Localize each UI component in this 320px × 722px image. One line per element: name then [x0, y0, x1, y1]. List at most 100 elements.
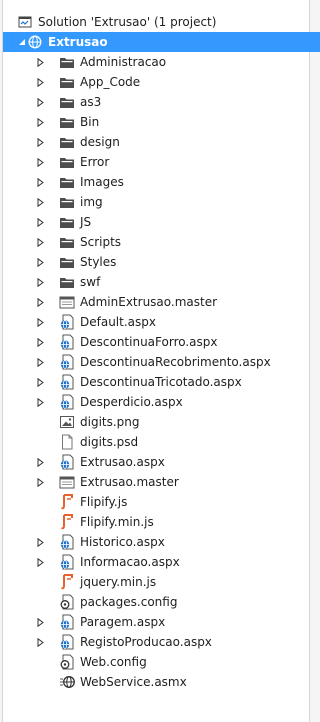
tree-item-label: Images	[80, 175, 124, 189]
tree-item[interactable]: Extrusao.master	[3, 472, 320, 492]
tree-item[interactable]: Default.aspx	[3, 312, 320, 332]
tree-item[interactable]: packages.config	[3, 592, 320, 612]
tree-item[interactable]: DescontinuaTricotado.aspx	[3, 372, 320, 392]
folder-icon	[59, 274, 75, 290]
tree-item-label: DescontinuaRecobrimento.aspx	[80, 355, 271, 369]
expand-arrow-icon[interactable]	[35, 92, 45, 112]
tree-item-label: packages.config	[80, 595, 178, 609]
master-page-icon	[59, 294, 75, 310]
expand-arrow-icon[interactable]	[35, 612, 45, 632]
tree-item[interactable]: Error	[3, 152, 320, 172]
web-project-globe-icon	[27, 34, 43, 50]
expand-arrow-icon[interactable]	[35, 332, 45, 352]
tree-item[interactable]: Flipify.min.js	[3, 512, 320, 532]
tree-item-label: Web.config	[80, 655, 147, 669]
expand-arrow-icon[interactable]	[35, 472, 45, 492]
tree-item-label: Extrusao.master	[80, 475, 179, 489]
tree-item-label: DescontinuaForro.aspx	[80, 335, 218, 349]
tree-item[interactable]: as3	[3, 92, 320, 112]
folder-icon	[59, 174, 75, 190]
expand-arrow-icon[interactable]	[35, 52, 45, 72]
tree-item-label: Bin	[80, 115, 100, 129]
tree-item[interactable]: JS	[3, 212, 320, 232]
tree-item[interactable]: WebService.asmx	[3, 672, 320, 692]
config-file-icon	[59, 594, 75, 610]
expand-arrow-icon[interactable]	[35, 292, 45, 312]
tree-item[interactable]: RegistoProducao.aspx	[3, 632, 320, 652]
tree-item[interactable]: digits.psd	[3, 432, 320, 452]
expand-arrow-icon[interactable]	[35, 172, 45, 192]
tree-item-label: Informacao.aspx	[80, 555, 180, 569]
collapse-arrow-icon[interactable]	[17, 32, 27, 52]
javascript-file-icon	[59, 494, 75, 510]
expand-arrow-icon[interactable]	[35, 632, 45, 652]
aspx-page-icon	[59, 554, 75, 570]
expand-arrow-icon[interactable]	[35, 312, 45, 332]
tree-item-label: Default.aspx	[80, 315, 156, 329]
tree-item-label: JS	[80, 215, 92, 229]
tree-item-label: Extrusao.aspx	[80, 455, 165, 469]
tree-item[interactable]: Paragem.aspx	[3, 612, 320, 632]
tree-item[interactable]: Informacao.aspx	[3, 552, 320, 572]
tree-item[interactable]: swf	[3, 272, 320, 292]
solution-label: Solution 'Extrusao' (1 project)	[38, 15, 217, 29]
tree-item-label: digits.psd	[80, 435, 139, 449]
expand-arrow-icon[interactable]	[35, 152, 45, 172]
solution-icon	[17, 14, 33, 30]
expand-arrow-icon[interactable]	[35, 352, 45, 372]
tree-item[interactable]: DescontinuaForro.aspx	[3, 332, 320, 352]
tree-item[interactable]: Styles	[3, 252, 320, 272]
expand-arrow-icon[interactable]	[35, 112, 45, 132]
expand-arrow-icon[interactable]	[35, 232, 45, 252]
tree-item-label: Administracao	[80, 55, 167, 69]
expand-arrow-icon[interactable]	[35, 192, 45, 212]
expand-arrow-icon[interactable]	[35, 132, 45, 152]
solution-node[interactable]: Solution 'Extrusao' (1 project)	[3, 12, 320, 32]
expand-arrow-icon[interactable]	[35, 272, 45, 292]
tree-item-label: RegistoProducao.aspx	[80, 635, 212, 649]
tree-item[interactable]: App_Code	[3, 72, 320, 92]
expand-arrow-icon[interactable]	[35, 392, 45, 412]
tree-item[interactable]: jquery.min.js	[3, 572, 320, 592]
project-node[interactable]: Extrusao	[3, 32, 320, 52]
tree-item[interactable]: Desperdicio.aspx	[3, 392, 320, 412]
aspx-page-icon	[59, 314, 75, 330]
tree-item[interactable]: Historico.aspx	[3, 532, 320, 552]
javascript-file-icon	[59, 574, 75, 590]
solution-explorer-tree: Solution 'Extrusao' (1 project) Extrusao…	[2, 0, 320, 722]
tree-item[interactable]: Extrusao.aspx	[3, 452, 320, 472]
expand-arrow-icon[interactable]	[35, 372, 45, 392]
tree-item[interactable]: Flipify.js	[3, 492, 320, 512]
tree-item-label: Paragem.aspx	[80, 615, 166, 629]
expand-arrow-icon[interactable]	[35, 212, 45, 232]
tree-item[interactable]: Images	[3, 172, 320, 192]
expand-arrow-icon[interactable]	[35, 532, 45, 552]
tree-item-label: App_Code	[80, 75, 141, 89]
expand-arrow-icon[interactable]	[35, 72, 45, 92]
expand-arrow-icon[interactable]	[35, 252, 45, 272]
project-label: Extrusao	[48, 35, 108, 49]
tree-item[interactable]: Scripts	[3, 232, 320, 252]
tree-item[interactable]: AdminExtrusao.master	[3, 292, 320, 312]
folder-icon	[59, 114, 75, 130]
aspx-page-icon	[59, 394, 75, 410]
tree-item[interactable]: Administracao	[3, 52, 320, 72]
aspx-page-icon	[59, 334, 75, 350]
tree-item[interactable]: Web.config	[3, 652, 320, 672]
expand-arrow-icon[interactable]	[35, 452, 45, 472]
tree-item[interactable]: digits.png	[3, 412, 320, 432]
tree-item-label: Desperdicio.aspx	[80, 395, 183, 409]
javascript-file-icon	[59, 514, 75, 530]
tree-item[interactable]: img	[3, 192, 320, 212]
folder-icon	[59, 94, 75, 110]
tree-item[interactable]: DescontinuaRecobrimento.aspx	[3, 352, 320, 372]
expand-arrow-icon[interactable]	[35, 552, 45, 572]
aspx-page-icon	[59, 534, 75, 550]
tree-item[interactable]: Bin	[3, 112, 320, 132]
tree-item[interactable]: design	[3, 132, 320, 152]
